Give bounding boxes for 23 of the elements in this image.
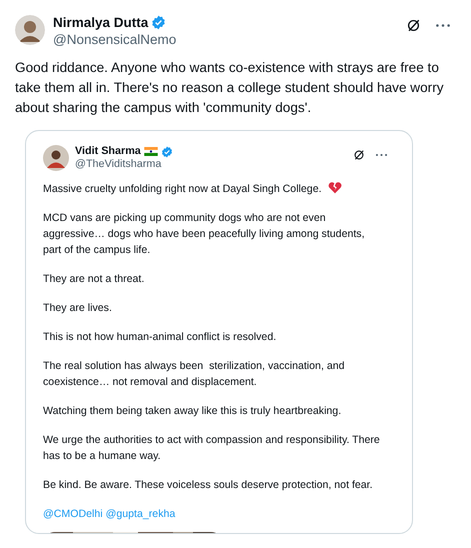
post-text: Good riddance. Anyone who wants co-existence with strays are free to take them all in. There's no reason a college student should have worry about sharing the campus with 'community dogs'. <box>15 59 445 117</box>
quoted-paragraph: The real solution has always been sterilization, vaccination, and coexistence… not removal and displacement. <box>43 360 346 388</box>
avatar[interactable] <box>15 15 45 45</box>
slashed-circle-icon[interactable] <box>353 149 365 161</box>
author-handle[interactable]: @NonsensicalNemo <box>53 31 398 48</box>
quoted-paragraph: They are lives. <box>43 302 112 314</box>
quoted-paragraph: They are not a threat. <box>43 273 144 285</box>
quoted-paragraph: This is not how human-animal conflict is resolved. <box>43 331 276 343</box>
quoted-paragraph: Be kind. Be aware. These voiceless souls deserve protection, not fear. <box>43 479 373 491</box>
author-name[interactable]: Nirmalya Dutta <box>53 14 148 31</box>
quoted-paragraph: MCD vans are picking up community dogs who are not even aggressive… dogs who have been peacefully living among students, part of the campus life. <box>43 212 366 256</box>
more-icon[interactable] <box>435 23 451 28</box>
flag-icon <box>144 147 158 156</box>
avatar[interactable] <box>43 145 69 171</box>
author-handle[interactable]: @TheViditsharma <box>75 158 347 171</box>
quoted-paragraph: Watching them being taken away like this is truly heartbreaking. <box>43 405 342 417</box>
author-name[interactable]: Vidit Sharma <box>75 145 141 158</box>
slashed-circle-icon[interactable] <box>406 18 421 33</box>
quoted-paragraph: Massive cruelty unfolding right now at Dayal Singh College. <box>43 183 322 195</box>
more-icon[interactable] <box>375 153 388 157</box>
quoted-post-card[interactable] <box>25 130 413 534</box>
quoted-paragraph: We urge the authorities to act with compassion and responsibility. There has to be a humane way. <box>43 434 381 462</box>
broken-heart-icon <box>328 181 342 194</box>
